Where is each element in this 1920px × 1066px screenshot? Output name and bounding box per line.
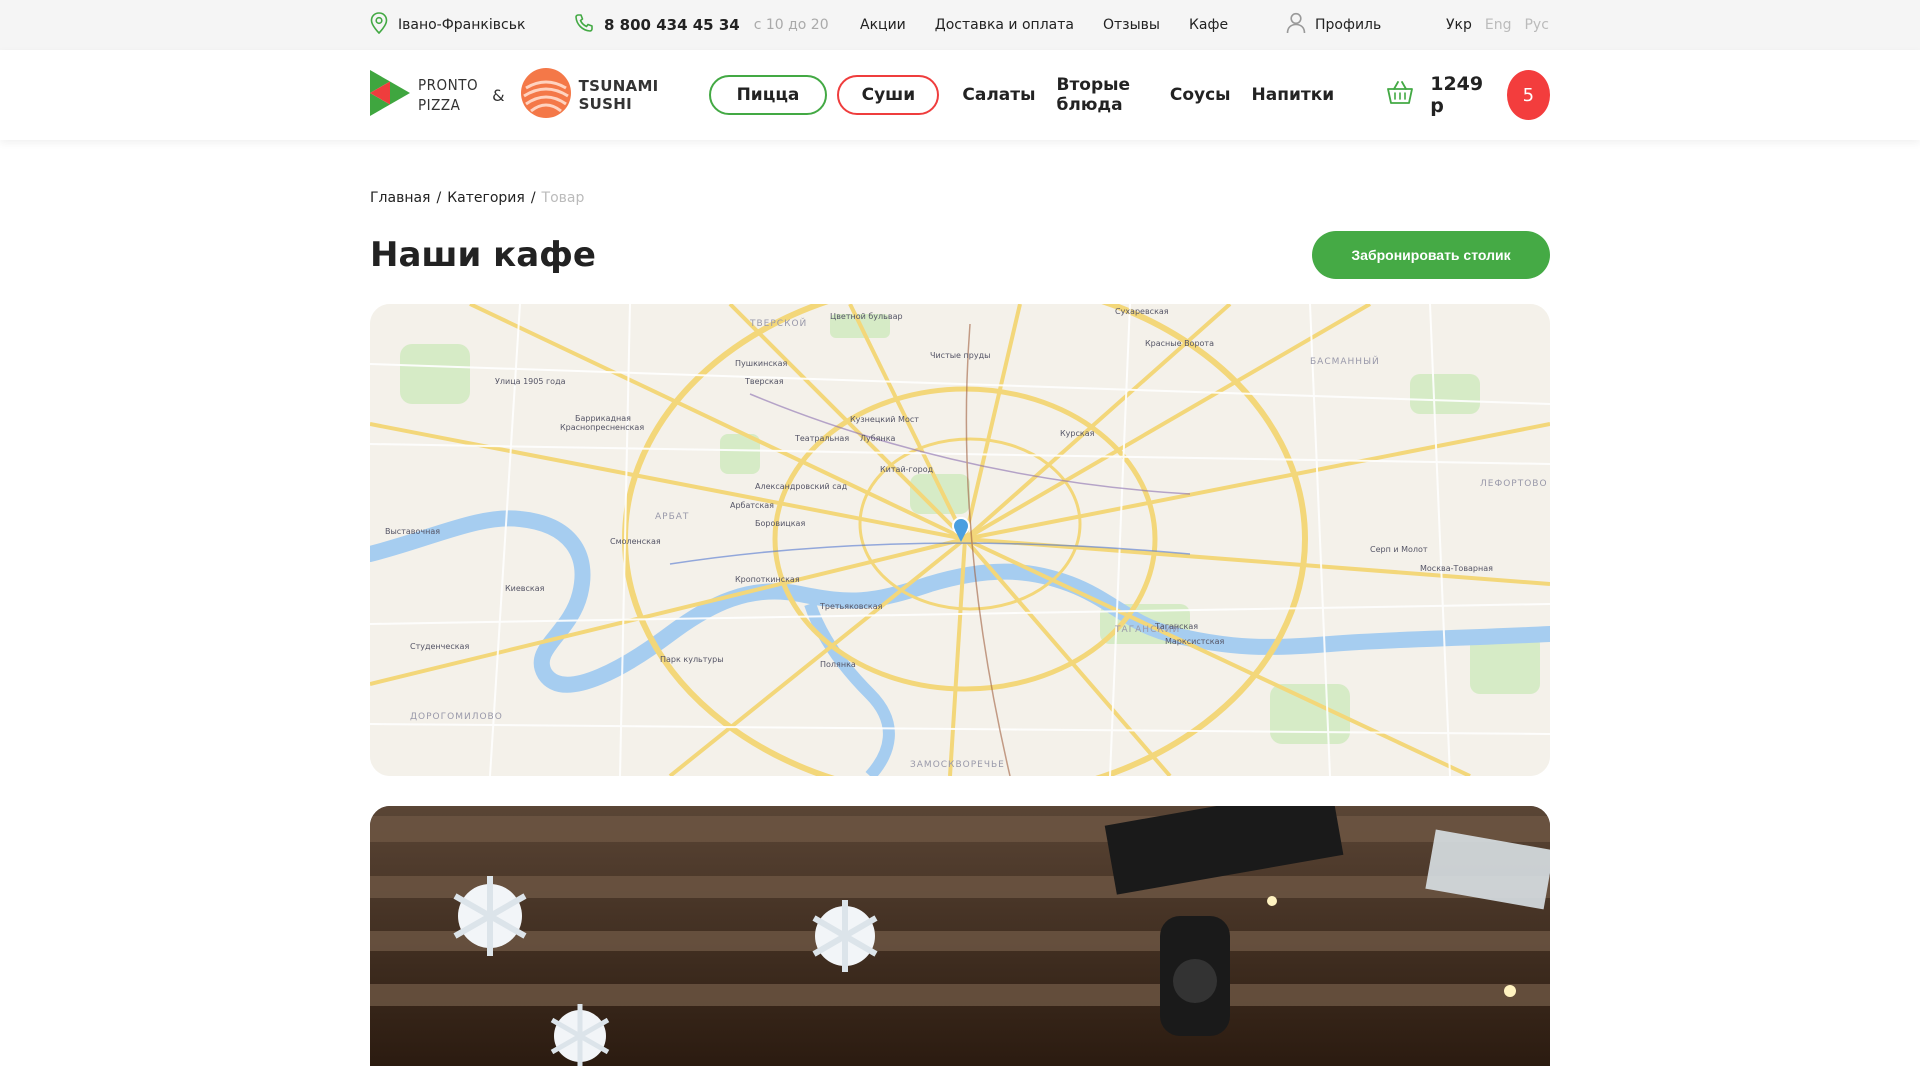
- nav-drinks[interactable]: Напитки: [1252, 85, 1335, 105]
- profile-link[interactable]: Профиль: [1286, 12, 1446, 38]
- pronto-pizza-logo[interactable]: PRONTO PIZZA: [370, 70, 478, 120]
- map-label: Кузнецкий Мост: [850, 415, 919, 424]
- nav-sushi-button[interactable]: Суши: [837, 75, 940, 115]
- map-label: Театральная: [794, 434, 849, 443]
- map-label: Краснопресненская: [560, 423, 644, 432]
- map-label: Полянка: [820, 660, 856, 669]
- map-label: Улица 1905 года: [495, 377, 566, 386]
- map-label: Студенческая: [410, 642, 469, 651]
- map-label: Тверская: [744, 377, 784, 386]
- basket-icon: [1386, 81, 1414, 109]
- map-label: Смоленская: [610, 537, 661, 546]
- map-label: Выставочная: [385, 527, 440, 536]
- map-label: Арбатская: [730, 501, 774, 510]
- cafe-map[interactable]: ТВЕРСКОЙ БАСМАННЫЙ АРБАТ ЛЕФОРТОВО ТАГАНСКИЙ…: [370, 304, 1550, 776]
- map-label: БАСМАННЫЙ: [1310, 355, 1380, 367]
- logo-ampersand: &: [492, 85, 505, 105]
- breadcrumb-separator: /: [436, 190, 442, 206]
- top-link-delivery[interactable]: Доставка и оплата: [935, 17, 1074, 33]
- map-label: Киевская: [505, 584, 545, 593]
- map-label: Кропоткинская: [735, 575, 800, 584]
- map-label: ЗАМОСКВОРЕЧЬЕ: [910, 760, 1005, 770]
- map-label: Баррикадная: [575, 414, 631, 423]
- map-label: ДОРОГОМИЛОВО: [410, 712, 503, 722]
- map-label: Китай-город: [880, 465, 934, 474]
- working-hours: с 10 до 20: [753, 17, 829, 33]
- map-label: ТВЕРСКОЙ: [749, 317, 807, 329]
- category-nav: Пицца Суши Салаты Вторые блюда Соусы Нап…: [708, 75, 1335, 115]
- breadcrumb-home[interactable]: Главная: [370, 190, 430, 206]
- breadcrumb-category[interactable]: Категория: [447, 190, 525, 206]
- location-pin-icon: [370, 12, 388, 38]
- nav-sauces[interactable]: Соусы: [1170, 85, 1231, 105]
- title-row: Наши кафе Забронировать столик: [370, 231, 1550, 279]
- map-label: Серп и Молот: [1370, 545, 1428, 554]
- map-label: Парк культуры: [660, 655, 724, 664]
- map-label: ЛЕФОРТОВО: [1480, 479, 1548, 489]
- lang-rus[interactable]: Рус: [1524, 17, 1548, 33]
- map-label: Сухаревская: [1115, 307, 1169, 316]
- top-bar: Івано-Франківськ 8 800 434 45 34 с 10 до…: [0, 0, 1920, 50]
- cart-total: 1249 р: [1430, 73, 1484, 117]
- phone-icon: [574, 13, 594, 37]
- top-nav: Акции Доставка и оплата Отзывы Кафе: [860, 17, 1286, 33]
- city-selector[interactable]: Івано-Франківськ: [370, 12, 574, 38]
- cart-count-badge[interactable]: 5: [1506, 70, 1550, 120]
- page-title: Наши кафе: [370, 235, 596, 275]
- map-label: Пушкинская: [735, 359, 787, 368]
- map-label: Таганская: [1154, 622, 1198, 631]
- phone-block[interactable]: 8 800 434 45 34 с 10 до 20: [574, 13, 860, 37]
- map-label: Александровский сад: [755, 482, 848, 491]
- top-link-cafe[interactable]: Кафе: [1189, 17, 1228, 33]
- top-link-reviews[interactable]: Отзывы: [1103, 17, 1160, 33]
- map-label: Лубянка: [860, 434, 896, 443]
- tsunami-logo-text: TSUNAMI SUSHI: [578, 77, 659, 113]
- breadcrumb: Главная / Категория / Товар: [370, 190, 1550, 206]
- main-header: PRONTO PIZZA & TSUNAMI SUSHI Пицца Суши …: [0, 50, 1920, 140]
- map-label: Цветной бульвар: [830, 312, 903, 321]
- breadcrumb-separator: /: [530, 190, 536, 206]
- tsunami-sushi-logo[interactable]: TSUNAMI SUSHI: [520, 68, 659, 122]
- map-label: Марксистская: [1165, 637, 1225, 646]
- map-label: АРБАТ: [655, 512, 689, 522]
- map-label: Боровицкая: [755, 519, 805, 528]
- pronto-logo-icon: [370, 70, 410, 120]
- lang-ukr[interactable]: Укр: [1446, 17, 1472, 33]
- map-label: Чистые пруды: [930, 351, 990, 360]
- main-content: Главная / Категория / Товар Наши кафе За…: [370, 140, 1550, 1066]
- salmon-sushi-icon: [520, 68, 571, 122]
- cart[interactable]: 1249 р 5: [1386, 70, 1550, 120]
- nav-main-dishes[interactable]: Вторые блюда: [1057, 75, 1149, 115]
- language-switcher: Укр Eng Рус: [1446, 17, 1549, 33]
- phone-number[interactable]: 8 800 434 45 34: [604, 16, 740, 34]
- map-label: Красные Ворота: [1145, 339, 1214, 348]
- nav-salads[interactable]: Салаты: [962, 85, 1035, 105]
- user-icon: [1286, 12, 1306, 38]
- book-table-button[interactable]: Забронировать столик: [1312, 231, 1550, 279]
- profile-label: Профиль: [1315, 17, 1382, 33]
- map-canvas[interactable]: ТВЕРСКОЙБАСМАННЫЙАРБАТЛЕФОРТОВОТАГАНСКИЙ…: [370, 304, 1550, 776]
- cafe-interior-photo: [370, 806, 1550, 1066]
- map-label: Третьяковская: [819, 602, 883, 611]
- city-name: Івано-Франківськ: [398, 17, 526, 33]
- lang-eng[interactable]: Eng: [1485, 17, 1512, 33]
- breadcrumb-current: Товар: [541, 190, 585, 206]
- nav-pizza-button[interactable]: Пицца: [708, 75, 828, 115]
- map-label: Москва-Товарная: [1420, 564, 1493, 573]
- map-label: Курская: [1060, 429, 1095, 438]
- top-link-promotions[interactable]: Акции: [860, 17, 906, 33]
- pronto-logo-text: PRONTO PIZZA: [418, 76, 479, 114]
